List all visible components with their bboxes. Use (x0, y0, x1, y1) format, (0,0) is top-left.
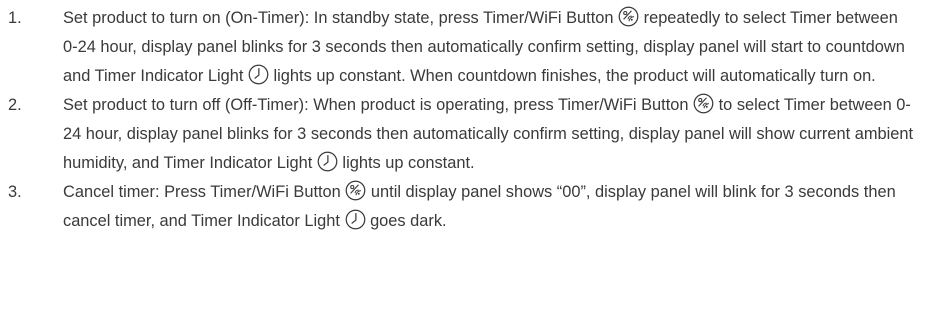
timer-wifi-button-icon (618, 6, 639, 27)
list-item: 1. Set product to turn on (On-Timer): In… (8, 4, 916, 91)
list-item-text-segment: lights up constant. (337, 154, 475, 172)
list-item-text-segment: lights up constant. When countdown finis… (268, 67, 876, 85)
list-item-number: 1. (8, 9, 22, 27)
list-item-number: 3. (8, 183, 22, 201)
timer-indicator-light-icon (317, 151, 338, 172)
list-item: 3. Cancel timer: Press Timer/WiFi Button… (8, 178, 916, 236)
timer-indicator-light-icon (345, 209, 366, 230)
list-item-text-segment: Cancel timer: Press Timer/WiFi Button (63, 183, 346, 201)
list-item-text-segment: Set product to turn on (On-Timer): In st… (63, 9, 619, 27)
list-item-text: Set product to turn on (On-Timer): In st… (63, 4, 916, 91)
list-item-text-segment: goes dark. (365, 212, 447, 230)
list-item-text: Set product to turn off (Off-Timer): Whe… (63, 91, 916, 178)
instruction-list: 1. Set product to turn on (On-Timer): In… (0, 0, 926, 322)
timer-wifi-button-icon (345, 180, 366, 201)
list-item-text-segment: Set product to turn off (Off-Timer): Whe… (63, 96, 694, 114)
timer-indicator-light-icon (248, 64, 269, 85)
list-item-number: 2. (8, 96, 22, 114)
list-item: 2. Set product to turn off (Off-Timer): … (8, 91, 916, 178)
list-item-text: Cancel timer: Press Timer/WiFi Button un… (63, 178, 916, 236)
timer-wifi-button-icon (693, 93, 714, 114)
